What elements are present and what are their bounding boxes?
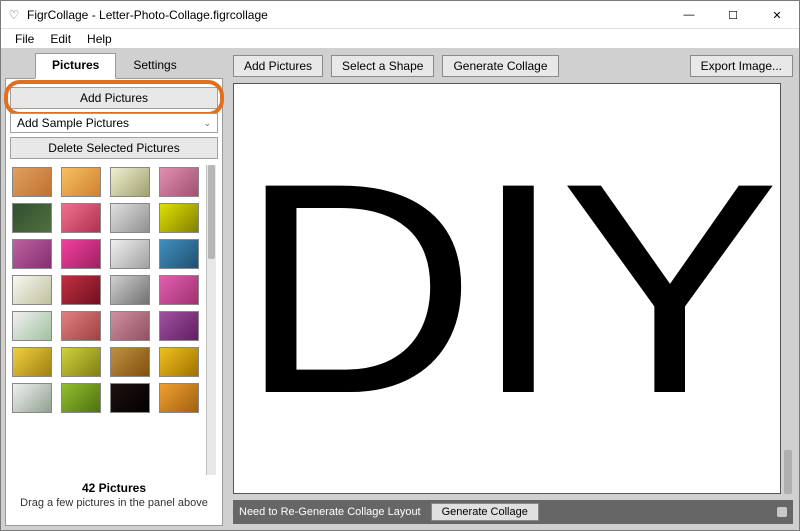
toolbar-generate-collage[interactable]: Generate Collage: [442, 55, 558, 77]
thumbnail[interactable]: [110, 275, 150, 305]
menu-file[interactable]: File: [7, 30, 42, 48]
thumbnail[interactable]: [159, 347, 199, 377]
add-sample-dropdown[interactable]: Add Sample Pictures ⌄: [10, 113, 218, 133]
thumbnail[interactable]: [12, 311, 52, 341]
chevron-down-icon: ⌄: [203, 118, 211, 129]
app-icon: ♡: [7, 8, 21, 22]
thumbnail[interactable]: [61, 275, 101, 305]
thumbnail[interactable]: [159, 203, 199, 233]
shape-text: DIY: [239, 161, 776, 416]
thumbnail[interactable]: [61, 311, 101, 341]
thumbnail[interactable]: [159, 311, 199, 341]
thumbnail[interactable]: [61, 239, 101, 269]
thumbnail[interactable]: [61, 203, 101, 233]
thumbnail[interactable]: [110, 167, 150, 197]
thumbnail-scrollbar[interactable]: [206, 165, 216, 475]
sidebar: Pictures Settings Add Pictures Add Sampl…: [1, 49, 227, 530]
thumbnail[interactable]: [159, 167, 199, 197]
add-pictures-button[interactable]: Add Pictures: [10, 87, 218, 109]
collage-canvas[interactable]: DIY: [233, 83, 781, 494]
thumbnail[interactable]: [12, 383, 52, 413]
thumbnail[interactable]: [159, 239, 199, 269]
tab-settings[interactable]: Settings: [116, 53, 193, 79]
dropdown-label: Add Sample Pictures: [17, 116, 129, 130]
tab-pictures[interactable]: Pictures: [35, 53, 116, 79]
thumbnail[interactable]: [12, 347, 52, 377]
thumbnail[interactable]: [110, 347, 150, 377]
minimize-button[interactable]: —: [667, 1, 711, 29]
status-generate-button[interactable]: Generate Collage: [431, 503, 539, 521]
thumbnail[interactable]: [159, 383, 199, 413]
thumbnail[interactable]: [12, 239, 52, 269]
maximize-button[interactable]: ☐: [711, 1, 755, 29]
thumbnail[interactable]: [110, 239, 150, 269]
thumbnail[interactable]: [61, 347, 101, 377]
thumbnail[interactable]: [12, 275, 52, 305]
toolbar-add-pictures[interactable]: Add Pictures: [233, 55, 323, 77]
close-button[interactable]: ✕: [755, 1, 799, 29]
picture-count: 42 Pictures: [14, 481, 214, 495]
canvas-scrollbar[interactable]: [783, 83, 793, 494]
thumbnail[interactable]: [110, 311, 150, 341]
drag-hint: Drag a few pictures in the panel above: [14, 497, 214, 509]
menu-help[interactable]: Help: [79, 30, 120, 48]
thumbnail[interactable]: [61, 167, 101, 197]
statusbar: Need to Re-Generate Collage Layout Gener…: [233, 500, 793, 524]
toolbar: Add Pictures Select a Shape Generate Col…: [227, 49, 799, 83]
titlebar: ♡ FigrCollage - Letter-Photo-Collage.fig…: [1, 1, 799, 29]
thumbnail[interactable]: [110, 203, 150, 233]
toolbar-export-image[interactable]: Export Image...: [690, 55, 793, 77]
status-indicator: [777, 507, 787, 517]
menubar: File Edit Help: [1, 29, 799, 49]
thumbnail[interactable]: [110, 383, 150, 413]
thumbnail[interactable]: [12, 167, 52, 197]
toolbar-select-shape[interactable]: Select a Shape: [331, 55, 434, 77]
thumbnail-grid: [10, 165, 206, 475]
pictures-panel: Add Pictures Add Sample Pictures ⌄ Delet…: [5, 78, 223, 526]
thumbnail[interactable]: [12, 203, 52, 233]
delete-selected-button[interactable]: Delete Selected Pictures: [10, 137, 218, 159]
thumbnail[interactable]: [159, 275, 199, 305]
status-message: Need to Re-Generate Collage Layout: [239, 506, 421, 518]
window-title: FigrCollage - Letter-Photo-Collage.figrc…: [27, 8, 667, 22]
menu-edit[interactable]: Edit: [42, 30, 79, 48]
thumbnail[interactable]: [61, 383, 101, 413]
